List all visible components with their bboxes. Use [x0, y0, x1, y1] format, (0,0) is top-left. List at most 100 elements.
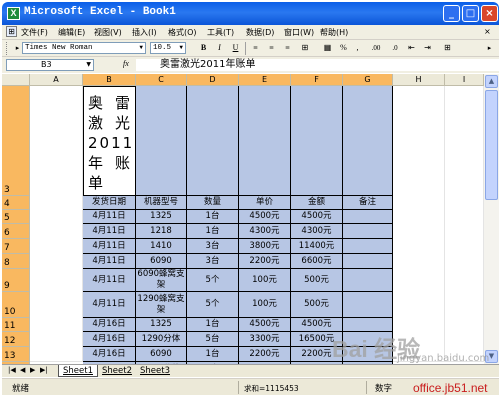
vertical-scrollbar[interactable]: ▲ ▼ — [484, 74, 499, 364]
menu-tools[interactable]: 工具(T) — [207, 27, 234, 38]
font-size-select[interactable]: 10.5 ▼ — [150, 42, 186, 54]
cell-unit-price[interactable]: 100元 — [239, 292, 291, 318]
cell-model[interactable]: 6090蜂窝支架 — [136, 269, 187, 292]
row-header-7[interactable]: 7 — [2, 239, 30, 254]
cell-amount[interactable]: 11400元 — [291, 239, 343, 254]
header-quantity[interactable]: 数量 — [187, 196, 239, 210]
name-box[interactable]: B3 ▼ — [6, 59, 94, 71]
column-a-cells[interactable] — [30, 86, 83, 362]
cell-amount[interactable]: 500元 — [291, 269, 343, 292]
column-header-a[interactable]: A — [30, 74, 83, 86]
column-header-h[interactable]: H — [393, 74, 445, 86]
row-header-10[interactable]: 10 — [2, 292, 30, 318]
menu-file[interactable]: 文件(F) — [21, 27, 48, 38]
header-remarks[interactable]: 备注 — [343, 196, 393, 210]
menu-view[interactable]: 视图(V) — [94, 27, 122, 38]
header-amount[interactable]: 金额 — [291, 196, 343, 210]
menu-insert[interactable]: 插入(I) — [132, 27, 157, 38]
row-header-9[interactable]: 9 — [2, 269, 30, 292]
cell-ship-date[interactable]: 4月11日 — [83, 224, 136, 239]
table-cell[interactable] — [239, 86, 291, 196]
toolbar-options-icon[interactable]: ▸ — [484, 42, 495, 54]
currency-icon[interactable]: ▦ — [322, 42, 333, 54]
column-header-b[interactable]: B — [83, 74, 136, 86]
select-all-corner[interactable] — [2, 74, 30, 86]
cell-amount[interactable]: 4300元 — [291, 224, 343, 239]
header-ship-date[interactable]: 发货日期 — [83, 196, 136, 210]
tab-sheet1[interactable]: Sheet1 — [58, 365, 98, 377]
title-bar[interactable]: X Microsoft Excel - Book1 _ □ × — [2, 2, 499, 25]
column-h-cells[interactable] — [393, 86, 445, 362]
tab-sheet3[interactable]: Sheet3 — [136, 365, 174, 377]
cell-quantity[interactable]: 3台 — [187, 239, 239, 254]
cell-unit-price[interactable]: 4500元 — [239, 210, 291, 224]
cell-ship-date[interactable]: 4月16日 — [83, 347, 136, 362]
cell-quantity[interactable]: 1台 — [187, 347, 239, 362]
column-header-e[interactable]: E — [239, 74, 291, 86]
table-cell[interactable] — [343, 86, 393, 196]
cell-quantity[interactable]: 5台 — [187, 332, 239, 347]
cell-ship-date[interactable]: 4月11日 — [83, 254, 136, 269]
cell-quantity[interactable]: 1台 — [187, 210, 239, 224]
cell-quantity[interactable]: 5个 — [187, 292, 239, 318]
cell-model[interactable]: 1325 — [136, 210, 187, 224]
cell-model[interactable]: 1290蜂窝支架 — [136, 292, 187, 318]
close-button[interactable]: × — [481, 5, 498, 22]
underline-button[interactable]: U — [230, 42, 241, 54]
close-workbook-icon[interactable]: × — [484, 27, 491, 36]
cell-amount[interactable]: 6600元 — [291, 254, 343, 269]
cell-model[interactable]: 1325 — [136, 318, 187, 332]
maximize-button[interactable]: □ — [462, 5, 479, 22]
increase-decimal-button[interactable]: .00 — [368, 42, 384, 54]
column-header-i[interactable]: I — [445, 74, 484, 86]
cell-ship-date[interactable]: 4月11日 — [83, 292, 136, 318]
column-i-cells[interactable] — [445, 86, 484, 362]
next-sheet-icon[interactable]: ▶ — [30, 366, 35, 374]
comma-button[interactable]: , — [352, 42, 363, 54]
cell-model[interactable]: 1410 — [136, 239, 187, 254]
header-unit-price[interactable]: 单价 — [239, 196, 291, 210]
row-header-6[interactable]: 6 — [2, 224, 30, 239]
decrease-decimal-button[interactable]: .0 — [388, 42, 402, 54]
title-cell[interactable]: 奥雷激光2011年账单 — [83, 86, 136, 196]
menu-data[interactable]: 数据(D) — [246, 27, 274, 38]
cell-ship-date[interactable]: 4月16日 — [83, 318, 136, 332]
cell-remarks[interactable] — [343, 292, 393, 318]
row-header-4[interactable]: 4 — [2, 196, 30, 210]
cell-quantity[interactable]: 1台 — [187, 224, 239, 239]
cell-amount[interactable]: 500元 — [291, 292, 343, 318]
toolbar-grip[interactable] — [6, 42, 9, 55]
row-header-5[interactable]: 5 — [2, 210, 30, 224]
align-center-icon[interactable]: ≡ — [266, 42, 277, 54]
bold-button[interactable]: B — [198, 42, 209, 54]
minimize-button[interactable]: _ — [443, 5, 460, 22]
prev-sheet-icon[interactable]: ◀ — [20, 366, 25, 374]
row-header-12[interactable]: 12 — [2, 332, 30, 347]
cell-remarks[interactable] — [343, 269, 393, 292]
cell-unit-price[interactable]: 4500元 — [239, 318, 291, 332]
cell-remarks[interactable] — [343, 239, 393, 254]
percent-button[interactable]: % — [338, 42, 349, 54]
cell-ship-date[interactable]: 4月11日 — [83, 239, 136, 254]
cell-unit-price[interactable]: 3800元 — [239, 239, 291, 254]
cell-unit-price[interactable]: 2200元 — [239, 347, 291, 362]
scroll-up-icon[interactable]: ▲ — [485, 75, 498, 88]
cell-model[interactable]: 1218 — [136, 224, 187, 239]
cell-ship-date[interactable]: 4月11日 — [83, 269, 136, 292]
column-header-c[interactable]: C — [136, 74, 187, 86]
column-header-f[interactable]: F — [291, 74, 343, 86]
cell-remarks[interactable] — [343, 224, 393, 239]
cell-unit-price[interactable]: 2200元 — [239, 254, 291, 269]
header-model[interactable]: 机器型号 — [136, 196, 187, 210]
row-header-11[interactable]: 11 — [2, 318, 30, 332]
increase-indent-icon[interactable]: ⇥ — [422, 42, 433, 54]
last-sheet-icon[interactable]: ▶| — [40, 366, 48, 374]
menu-edit[interactable]: 编辑(E) — [58, 27, 85, 38]
cell-unit-price[interactable]: 4300元 — [239, 224, 291, 239]
column-header-d[interactable]: D — [187, 74, 239, 86]
excel-icon[interactable]: X — [7, 7, 20, 20]
cell-quantity[interactable]: 1台 — [187, 318, 239, 332]
row-header-8[interactable]: 8 — [2, 254, 30, 269]
formula-input[interactable]: 奥雷激光2011年账单 — [136, 59, 499, 71]
cell-model[interactable]: 6090 — [136, 347, 187, 362]
